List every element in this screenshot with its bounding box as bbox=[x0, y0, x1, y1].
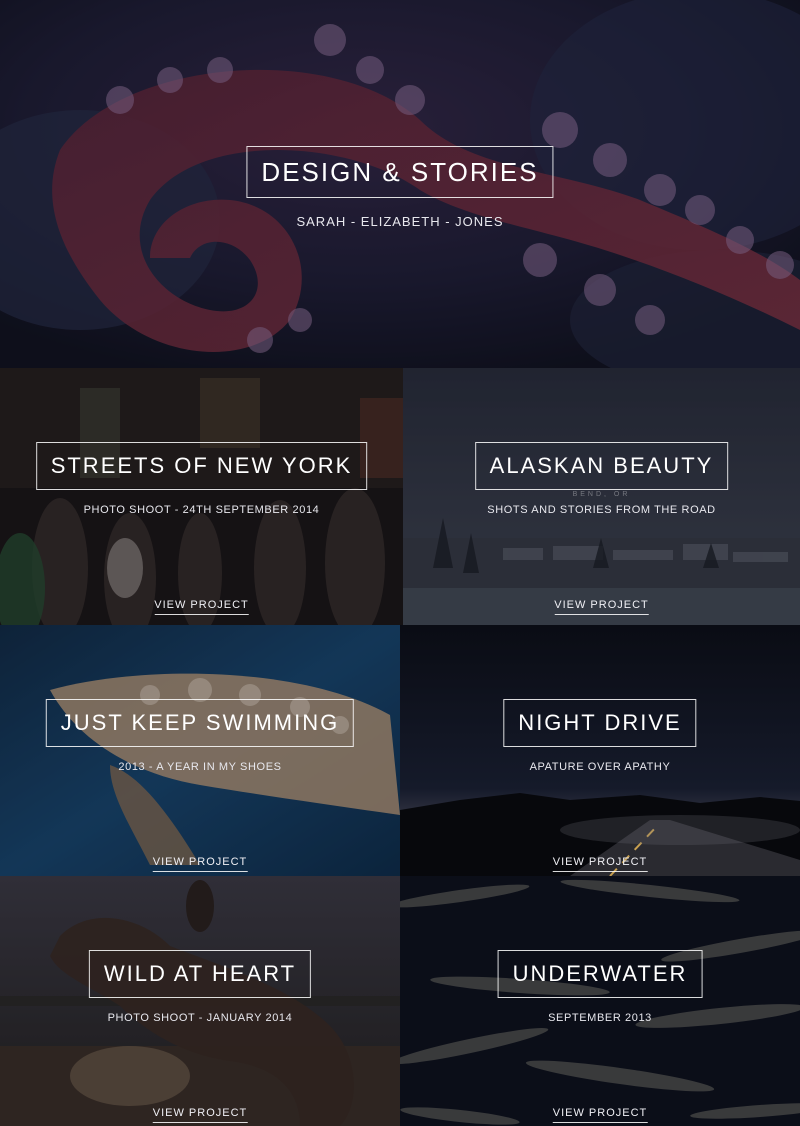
project-card-night-drive: NIGHT DRIVE APATURE OVER APATHY VIEW PRO… bbox=[400, 625, 800, 876]
project-card-just-keep-swimming: JUST KEEP SWIMMING 2013 - A YEAR IN MY S… bbox=[0, 625, 400, 876]
project-title: WILD AT HEART bbox=[88, 950, 312, 998]
view-project-link[interactable]: VIEW PROJECT bbox=[552, 1107, 648, 1123]
project-title: ALASKAN BEAUTY bbox=[474, 442, 729, 490]
project-subtitle: SEPTEMBER 2013 bbox=[548, 1012, 652, 1024]
hero-banner: DESIGN & STORIES SARAH - ELIZABETH - JON… bbox=[0, 0, 800, 368]
project-subtitle: PHOTO SHOOT - JANUARY 2014 bbox=[107, 1012, 293, 1024]
view-project-link[interactable]: VIEW PROJECT bbox=[152, 856, 248, 872]
site-author: SARAH - ELIZABETH - JONES bbox=[296, 214, 504, 229]
project-card-underwater: UNDERWATER SEPTEMBER 2013 VIEW PROJECT bbox=[400, 876, 800, 1126]
project-card-streets-of-new-york: STREETS OF NEW YORK PHOTO SHOOT - 24TH S… bbox=[0, 368, 403, 625]
view-project-link[interactable]: VIEW PROJECT bbox=[552, 856, 648, 872]
site-title: DESIGN & STORIES bbox=[246, 146, 554, 198]
photo-caption-overlay: BEND, OR bbox=[572, 491, 631, 498]
project-title: UNDERWATER bbox=[497, 950, 703, 998]
project-subtitle: PHOTO SHOOT - 24TH SEPTEMBER 2014 bbox=[83, 504, 320, 516]
project-card-alaskan-beauty: ALASKAN BEAUTY BEND, OR SHOTS AND STORIE… bbox=[403, 368, 800, 625]
view-project-link[interactable]: VIEW PROJECT bbox=[554, 599, 649, 615]
project-subtitle: SHOTS AND STORIES FROM THE ROAD bbox=[487, 504, 716, 516]
project-subtitle: 2013 - A YEAR IN MY SHOES bbox=[118, 761, 282, 773]
night-road-background-image bbox=[400, 625, 800, 876]
view-project-link[interactable]: VIEW PROJECT bbox=[154, 599, 249, 615]
horse-rider-background-image bbox=[0, 876, 400, 1126]
fish-school-background-image bbox=[400, 876, 800, 1126]
sea-turtle-background-image bbox=[0, 625, 400, 876]
project-subtitle: APATURE OVER APATHY bbox=[529, 761, 671, 773]
city-street-background-image bbox=[0, 368, 403, 625]
project-title: NIGHT DRIVE bbox=[503, 699, 697, 747]
project-title: JUST KEEP SWIMMING bbox=[45, 699, 355, 747]
project-title: STREETS OF NEW YORK bbox=[35, 442, 368, 490]
project-card-wild-at-heart: WILD AT HEART PHOTO SHOOT - JANUARY 2014… bbox=[0, 876, 400, 1126]
view-project-link[interactable]: VIEW PROJECT bbox=[152, 1107, 248, 1123]
